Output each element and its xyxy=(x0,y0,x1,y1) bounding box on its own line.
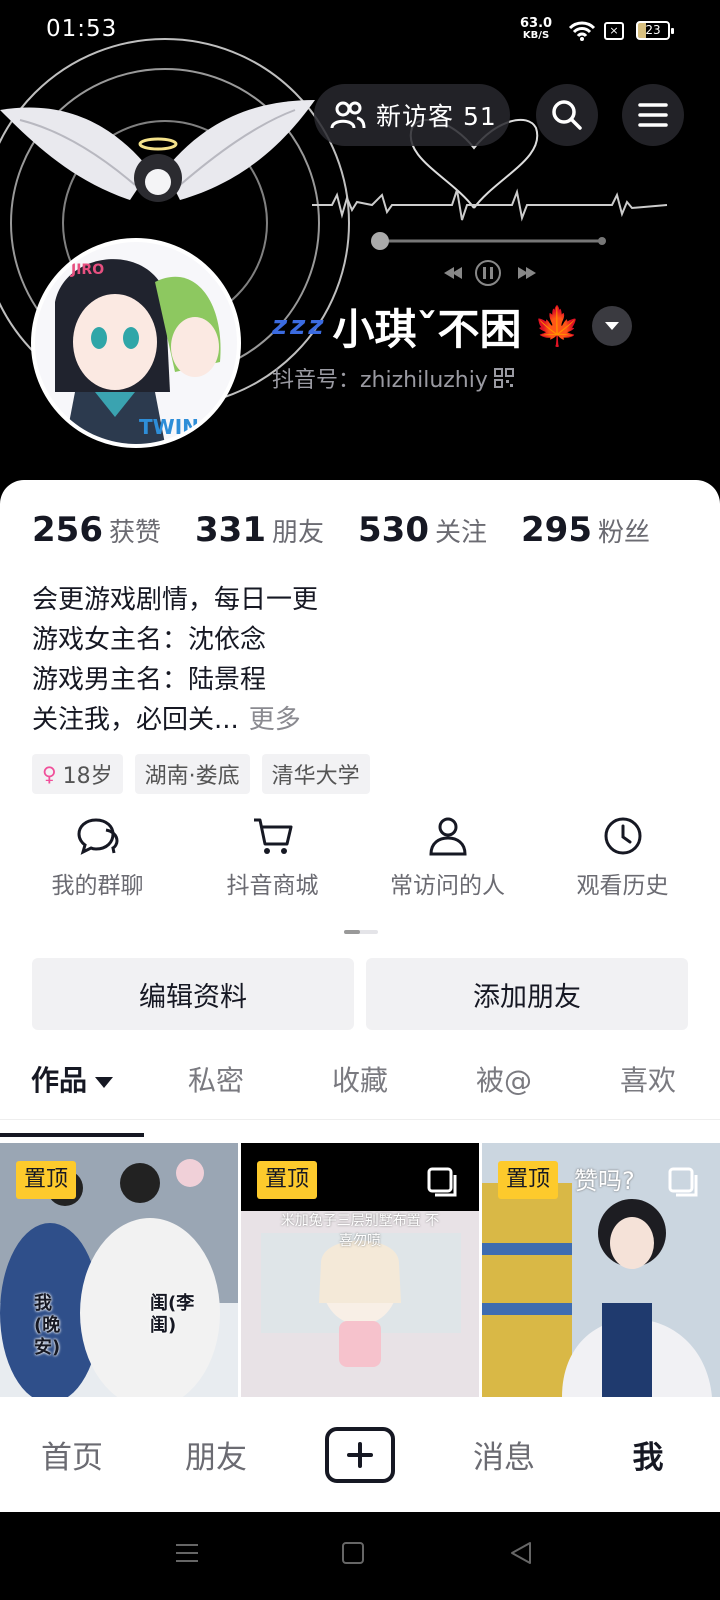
video-thumbnail[interactable]: 置顶 赞吗? xyxy=(482,1143,720,1397)
add-friend-button[interactable]: 添加朋友 xyxy=(366,958,688,1030)
bottom-nav: 首页 朋友 消息 我 xyxy=(0,1397,720,1512)
svg-text:JIRO: JIRO xyxy=(70,262,104,278)
nickname-row: z z z 小琪ˇ不困 🍁 xyxy=(272,294,581,358)
wings-decoration xyxy=(0,100,315,202)
nav-friends[interactable]: 朋友 xyxy=(144,1432,288,1477)
account-switch-button[interactable] xyxy=(592,306,632,346)
shortcut-page-indicator xyxy=(344,930,378,934)
multi-image-icon xyxy=(427,1167,457,1197)
nickname: 小琪ˇ不困 xyxy=(332,304,522,354)
profile-cover[interactable]: 01:53 63.0 KB/S × 23 新访客 51 TWIN JIRO z … xyxy=(0,0,720,500)
video-thumbnail[interactable]: 置顶 米加兔子三层别墅布置 不喜勿喷 xyxy=(241,1143,479,1397)
search-button[interactable] xyxy=(536,84,598,146)
avatar[interactable]: TWIN JIRO xyxy=(31,238,241,448)
tab-mentions[interactable]: 被@ xyxy=(432,1060,576,1119)
nav-home[interactable]: 首页 xyxy=(0,1432,144,1477)
pinned-badge: 置顶 xyxy=(498,1161,559,1199)
shortcut-group-chat[interactable]: 我的群聊 xyxy=(10,810,185,900)
tab-private[interactable]: 私密 xyxy=(144,1060,288,1119)
thumbnail-caption: 赞吗? xyxy=(574,1167,635,1195)
video-thumbnail[interactable]: 置顶 我(晚安) 闺(李闺) xyxy=(0,1143,238,1397)
action-row: 编辑资料 添加朋友 xyxy=(32,958,688,1030)
sim-icon: × xyxy=(604,22,624,40)
stat-followers[interactable]: 295 粉丝 xyxy=(521,510,650,550)
menu-button[interactable] xyxy=(622,84,684,146)
tab-likes[interactable]: 喜欢 xyxy=(576,1060,720,1119)
shortcut-watch-history[interactable]: 观看历史 xyxy=(535,810,710,900)
multi-image-icon xyxy=(668,1167,698,1197)
maple-leaf-icon: 🍁 xyxy=(533,303,581,348)
tag-age: ♀ 18岁 xyxy=(32,754,123,794)
bio[interactable]: 会更游戏剧情，每日一更 游戏女主名：沈依念 游戏男主名：陆景程 关注我，必回关.… xyxy=(32,580,318,740)
create-button[interactable] xyxy=(325,1426,395,1483)
thumbnail-caption: 米加兔子三层别墅布置 不喜勿喷 xyxy=(280,1213,440,1249)
nav-messages[interactable]: 消息 xyxy=(432,1432,576,1477)
avatar-image: TWIN JIRO xyxy=(35,242,237,444)
edit-profile-button[interactable]: 编辑资料 xyxy=(32,958,354,1030)
tab-favorites[interactable]: 收藏 xyxy=(288,1060,432,1119)
pinned-badge: 置顶 xyxy=(257,1161,318,1199)
bio-line: 会更游戏剧情，每日一更 xyxy=(32,585,319,615)
female-icon: ♀ xyxy=(42,762,57,786)
douyin-id[interactable]: 抖音号：zhizhiluzhiy xyxy=(272,362,514,394)
caret-down-icon xyxy=(95,1076,113,1088)
wifi-icon xyxy=(568,21,596,41)
tab-works[interactable]: 作品 xyxy=(0,1060,144,1137)
profile-sheet: 256 获赞 331 朋友 530 关注 295 粉丝 会更游戏剧情，每日一更 … xyxy=(0,480,720,1397)
nav-me[interactable]: 我 xyxy=(576,1432,720,1477)
stat-following[interactable]: 530 关注 xyxy=(358,510,487,550)
qr-code-icon[interactable] xyxy=(493,368,514,388)
svg-text:TWIN: TWIN xyxy=(139,415,199,439)
shortcut-row: 我的群聊 抖音商城 常访问的人 观看历史 xyxy=(10,810,710,900)
tag-location: 湖南·娄底 xyxy=(134,754,250,794)
home-icon[interactable] xyxy=(340,1540,366,1566)
clock-icon xyxy=(604,817,641,855)
bio-line: 关注我，必回关... 更多 xyxy=(32,705,301,735)
search-icon xyxy=(552,100,582,130)
visitors-icon xyxy=(330,101,366,129)
back-icon[interactable] xyxy=(508,1540,534,1566)
stat-likes: 256 获赞 xyxy=(32,510,161,550)
shortcut-frequent-visitors[interactable]: 常访问的人 xyxy=(360,810,535,900)
thumbnail-caption: 我(晚安) xyxy=(34,1293,61,1358)
pinned-badge: 置顶 xyxy=(16,1161,77,1199)
sleep-zzz-emoji: z z z xyxy=(272,311,323,341)
person-icon xyxy=(428,817,467,856)
battery-icon: 23 xyxy=(636,21,674,40)
tag-school: 清华大学 xyxy=(261,754,370,794)
bio-line: 游戏男主名：陆景程 xyxy=(32,665,267,695)
bio-line: 游戏女主名：沈依念 xyxy=(32,625,267,655)
content-tabs: 作品 私密 收藏 被@ 喜欢 xyxy=(0,1060,720,1137)
stats-row: 256 获赞 331 朋友 530 关注 295 粉丝 xyxy=(32,510,684,550)
recent-apps-icon[interactable] xyxy=(174,1540,200,1566)
chevron-down-icon xyxy=(605,322,619,330)
cart-icon xyxy=(253,818,292,854)
group-chat-icon xyxy=(76,818,119,855)
shortcut-mall[interactable]: 抖音商城 xyxy=(185,810,360,900)
network-speed: 63.0 KB/S xyxy=(520,16,553,41)
bio-more-link[interactable]: 更多 xyxy=(249,705,301,735)
profile-tags: ♀ 18岁 湖南·娄底 清华大学 xyxy=(32,754,370,794)
video-grid: 置顶 我(晚安) 闺(李闺) 置顶 米加兔子三层别墅布置 不喜勿喷 置顶 赞吗? xyxy=(0,1143,720,1397)
new-visitors-button[interactable]: 新访客 51 xyxy=(314,84,510,146)
thumbnail-caption: 闺(李闺) xyxy=(150,1293,195,1336)
system-navigation-bar xyxy=(0,1512,720,1600)
menu-icon xyxy=(638,103,668,127)
status-time: 01:53 xyxy=(46,16,118,42)
stat-friends[interactable]: 331 朋友 xyxy=(195,510,324,550)
plus-icon xyxy=(347,1441,373,1468)
new-visitors-label: 新访客 51 xyxy=(376,102,497,131)
